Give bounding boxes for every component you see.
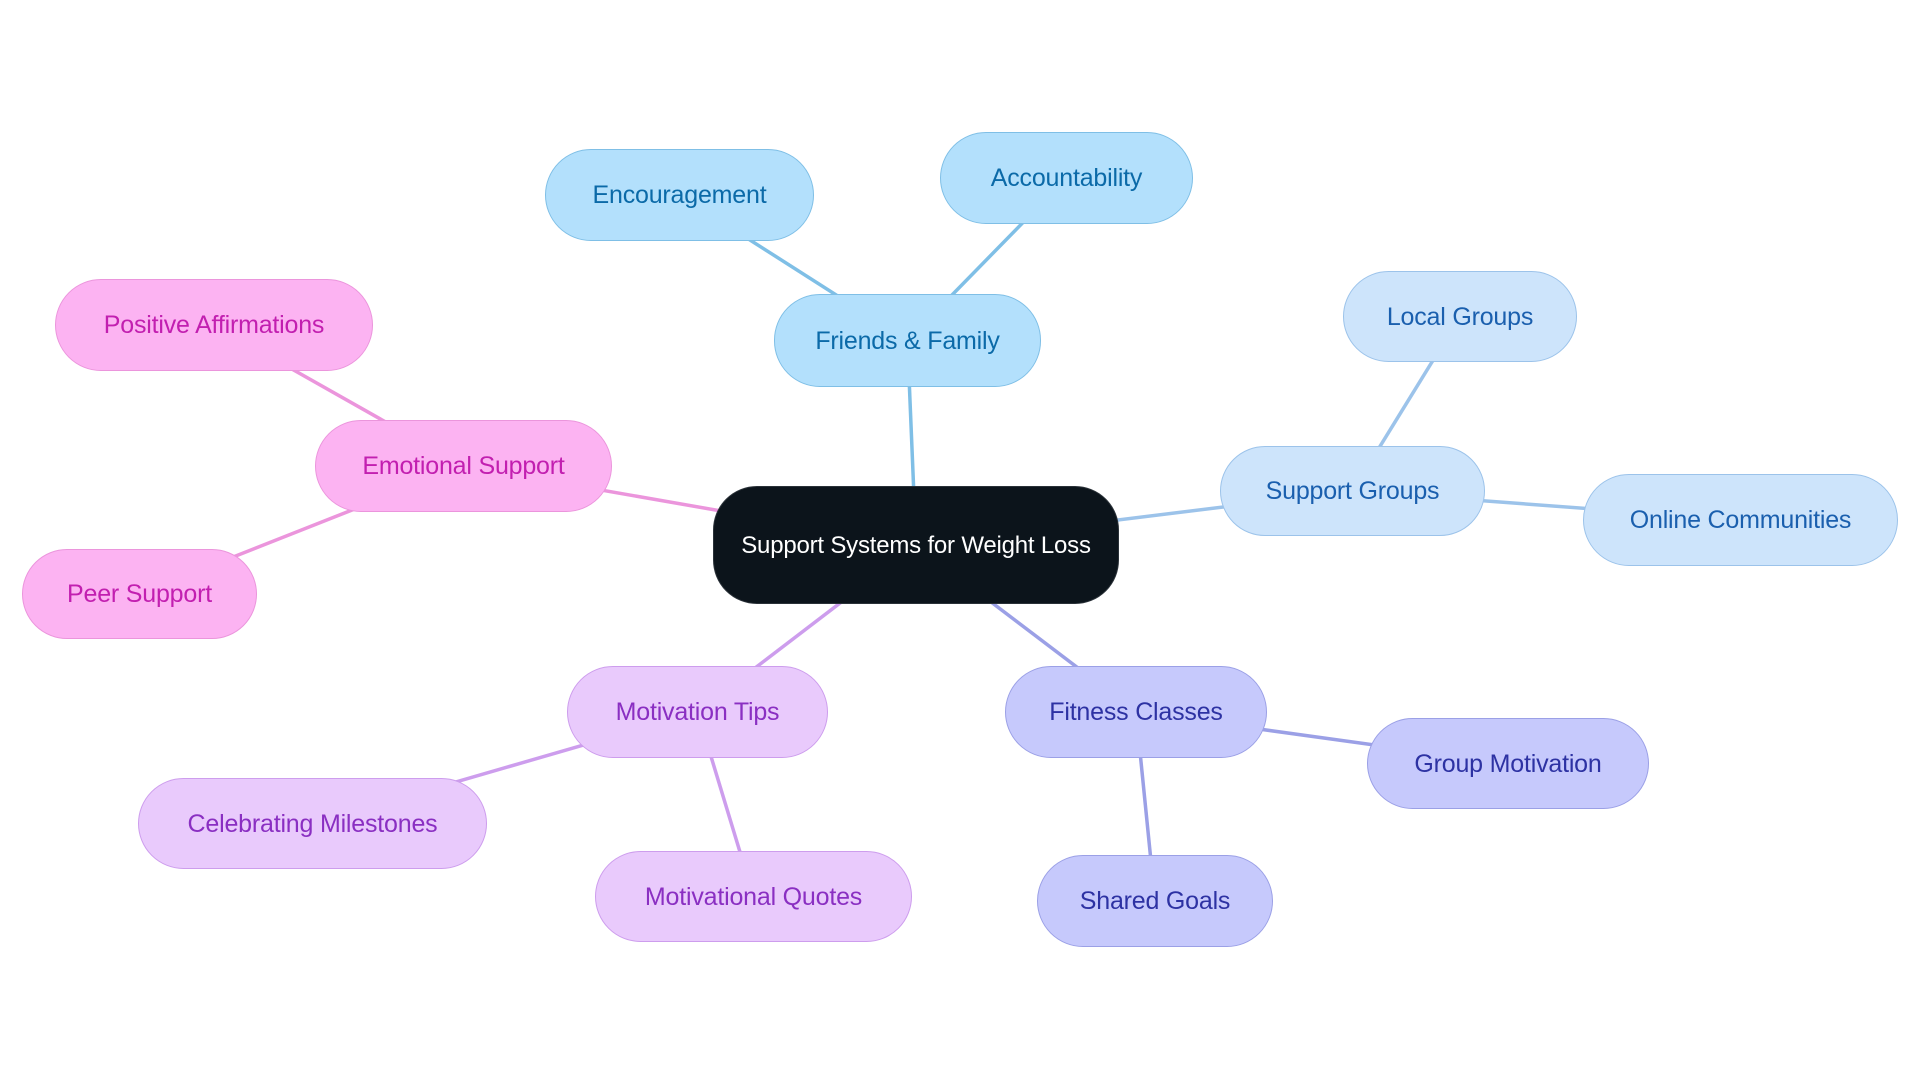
node-label: Peer Support [67,580,212,608]
node-label: Motivation Tips [615,698,780,726]
node-motivation[interactable]: Motivation Tips [567,666,828,758]
node-label: Shared Goals [1079,887,1231,915]
node-label: Group Motivation [1414,749,1602,778]
node-groupmot[interactable]: Group Motivation [1367,718,1649,809]
node-celebrating[interactable]: Celebrating Milestones [138,778,487,869]
node-online[interactable]: Online Communities [1583,474,1898,566]
node-emotional[interactable]: Emotional Support [315,420,612,512]
node-friends[interactable]: Friends & Family [774,294,1041,387]
node-label: Encouragement [592,181,767,209]
node-label: Motivational Quotes [644,882,863,911]
node-label: Fitness Classes [1049,698,1223,726]
node-label: Local Groups [1386,302,1534,331]
node-label: Support Systems for Weight Loss [741,531,1091,559]
node-affirm[interactable]: Positive Affirmations [55,279,373,371]
node-local[interactable]: Local Groups [1343,271,1577,362]
node-quotes[interactable]: Motivational Quotes [595,851,912,942]
node-root[interactable]: Support Systems for Weight Loss [713,486,1119,604]
node-label: Friends & Family [815,326,1000,355]
node-label: Accountability [990,164,1143,192]
node-fitness[interactable]: Fitness Classes [1005,666,1267,758]
node-peer[interactable]: Peer Support [22,549,257,639]
node-accountability[interactable]: Accountability [940,132,1193,224]
node-label: Celebrating Milestones [187,809,438,838]
node-shared[interactable]: Shared Goals [1037,855,1273,947]
node-label: Positive Affirmations [103,311,325,339]
node-label: Emotional Support [362,452,565,480]
node-groups[interactable]: Support Groups [1220,446,1485,536]
node-label: Online Communities [1629,506,1852,534]
node-encouragement[interactable]: Encouragement [545,149,814,241]
node-label: Support Groups [1265,477,1440,505]
